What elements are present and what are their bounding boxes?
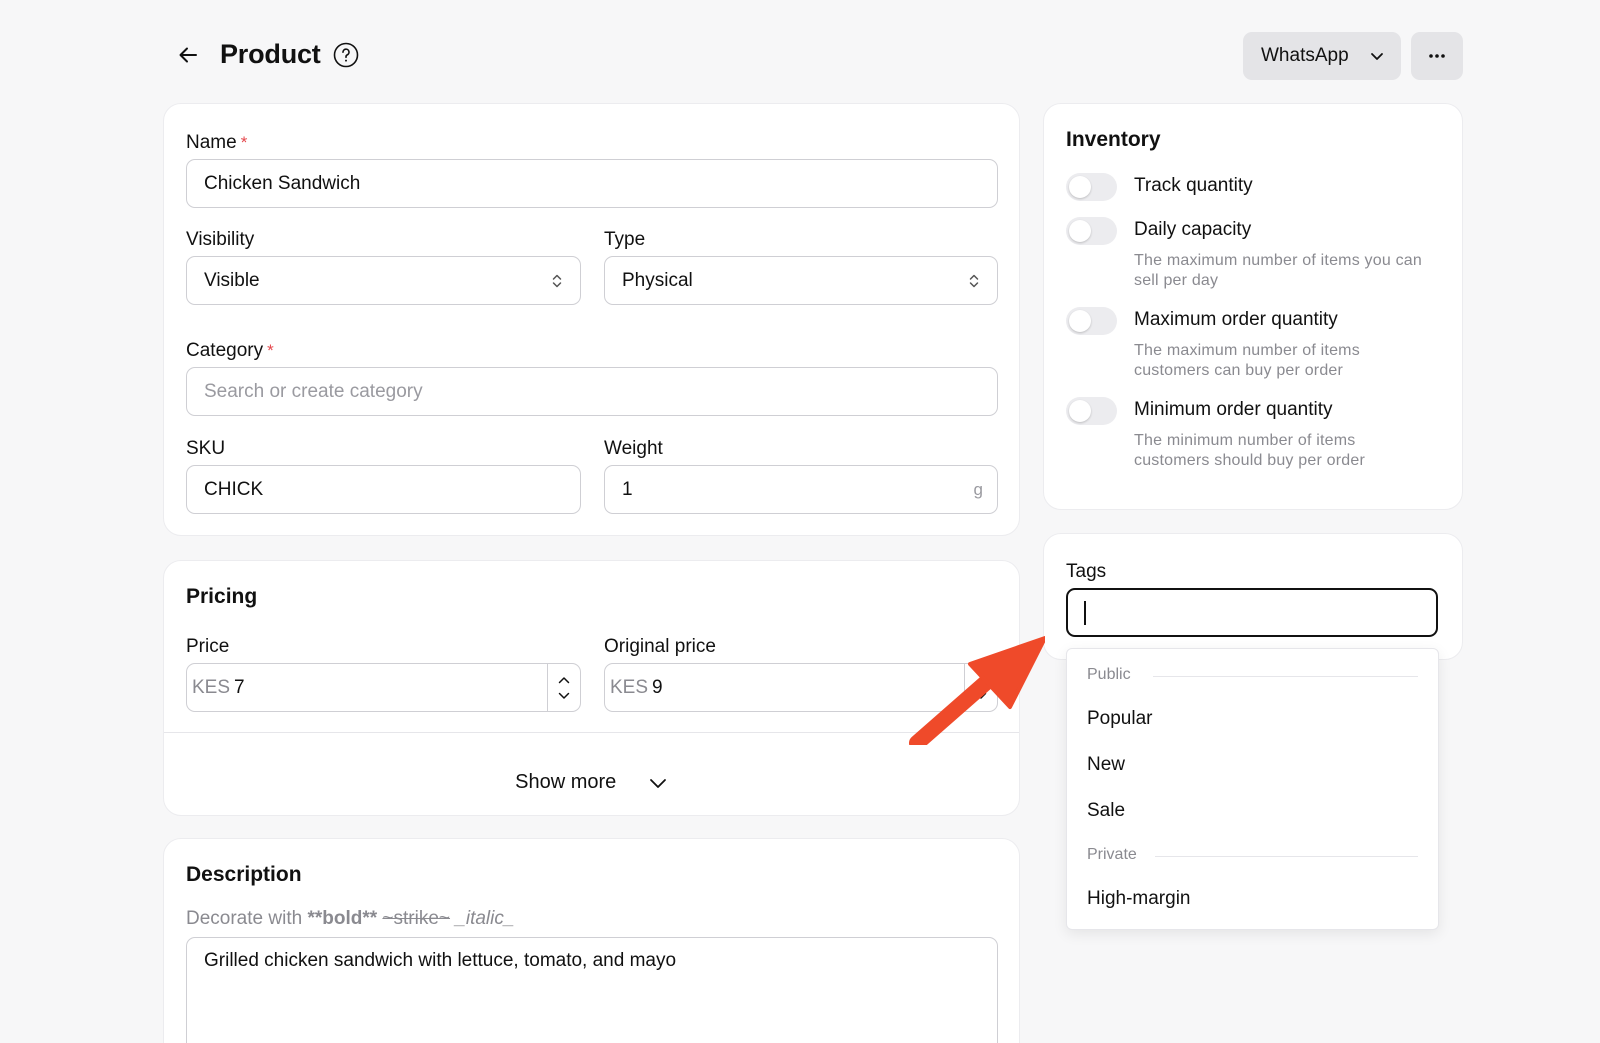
question-circle-icon[interactable]: [333, 42, 359, 68]
minimum-order-quantity-toggle[interactable]: [1066, 397, 1117, 425]
price-value: 7: [234, 676, 245, 698]
original-price-value: 9: [652, 676, 663, 698]
inventory-title: Inventory: [1066, 128, 1161, 151]
channel-select-label: WhatsApp: [1261, 45, 1349, 66]
pricing-card: Pricing Price KES 7 Original price KES 9…: [163, 560, 1020, 816]
show-more-button[interactable]: Show more: [164, 771, 1019, 794]
category-label: Category *: [186, 340, 274, 362]
back-button[interactable]: [173, 40, 203, 70]
type-label: Type: [604, 229, 646, 250]
inventory-card: Inventory Track quantity Daily capacity …: [1043, 103, 1463, 510]
price-label: Price: [186, 636, 230, 657]
description-textarea[interactable]: Grilled chicken sandwich with lettuce, t…: [186, 937, 998, 1043]
track-quantity-label: Track quantity: [1134, 175, 1253, 196]
original-price-currency: KES: [610, 676, 649, 698]
tag-option-new[interactable]: New: [1087, 754, 1125, 776]
daily-capacity-description: The maximum number of items you can sell…: [1134, 252, 1422, 289]
name-label-text: Name: [186, 132, 237, 153]
tag-group-label-public: Public: [1087, 666, 1131, 683]
visibility-select[interactable]: Visible: [186, 256, 581, 305]
tags-card: Tags: [1043, 533, 1463, 660]
chevron-up-down-icon: [969, 274, 979, 288]
hint-italic: _italic_: [455, 908, 515, 929]
type-value: Physical: [622, 269, 693, 291]
text-caret: [1084, 601, 1086, 625]
name-label: Name *: [186, 132, 247, 154]
maximum-order-quantity-toggle[interactable]: [1066, 307, 1117, 335]
price-currency: KES: [192, 676, 231, 698]
weight-unit: g: [973, 480, 983, 499]
sku-input[interactable]: CHICK: [186, 465, 581, 514]
tag-option-popular[interactable]: Popular: [1087, 708, 1153, 730]
page-title: Product: [220, 39, 321, 69]
more-options-button[interactable]: [1411, 32, 1463, 80]
divider: [1153, 676, 1418, 677]
show-more-label: Show more: [515, 771, 617, 793]
minimum-order-quantity-label: Minimum order quantity: [1134, 399, 1333, 420]
ellipsis-icon: [1429, 54, 1445, 58]
visibility-label: Visibility: [186, 229, 255, 250]
name-input[interactable]: Chicken Sandwich: [186, 159, 998, 208]
tag-option-sale[interactable]: Sale: [1087, 800, 1125, 822]
required-marker: *: [267, 341, 274, 360]
channel-select[interactable]: WhatsApp: [1243, 32, 1401, 80]
original-price-label: Original price: [604, 636, 716, 657]
chevron-down-icon[interactable]: [975, 692, 987, 700]
weight-label: Weight: [604, 438, 663, 459]
price-stepper[interactable]: [547, 664, 580, 711]
maximum-order-quantity-label: Maximum order quantity: [1134, 309, 1338, 330]
pricing-title: Pricing: [186, 585, 258, 608]
description-card: Description Decorate with **bold** ~stri…: [163, 838, 1020, 1043]
sku-label: SKU: [186, 438, 226, 459]
type-select[interactable]: Physical: [604, 256, 998, 305]
product-page: Product WhatsApp Name * Chicken Sandwich …: [0, 0, 1600, 1043]
hint-strike: ~strike~: [382, 908, 451, 929]
chevron-up-icon[interactable]: [975, 676, 987, 684]
original-price-stepper[interactable]: [964, 664, 997, 711]
chevron-down-icon: [1371, 53, 1383, 60]
weight-value: 1: [622, 478, 633, 500]
product-details-card: Name * Chicken Sandwich Visibility Visibl…: [163, 103, 1020, 536]
tag-group-label-private: Private: [1087, 846, 1137, 863]
tags-dropdown: Public Popular New Sale Private High-mar…: [1066, 648, 1439, 930]
track-quantity-toggle[interactable]: [1066, 173, 1117, 201]
price-input[interactable]: KES 7: [186, 663, 581, 712]
formatting-hint: Decorate with **bold** ~strike~ _italic_: [186, 908, 514, 930]
hint-prefix: Decorate with: [186, 908, 308, 929]
tags-input[interactable]: [1066, 588, 1438, 637]
tags-label: Tags: [1066, 561, 1107, 582]
chevron-down-icon[interactable]: [558, 692, 570, 700]
maximum-order-quantity-description: The maximum number of items customers ca…: [1134, 342, 1360, 379]
weight-input[interactable]: 1 g: [604, 465, 998, 514]
visibility-value: Visible: [204, 269, 260, 291]
tag-option-high-margin[interactable]: High-margin: [1087, 888, 1190, 910]
minimum-order-quantity-description: The minimum number of items customers sh…: [1134, 432, 1365, 469]
category-search-input[interactable]: Search or create category: [186, 367, 998, 416]
divider: [164, 732, 1019, 733]
original-price-input[interactable]: KES 9: [604, 663, 998, 712]
chevron-up-icon[interactable]: [558, 676, 570, 684]
required-marker: *: [240, 133, 248, 152]
divider: [1155, 856, 1418, 857]
category-label-text: Category: [186, 340, 264, 361]
description-title: Description: [186, 863, 302, 886]
chevron-down-icon: [649, 778, 666, 788]
daily-capacity-toggle[interactable]: [1066, 217, 1117, 245]
daily-capacity-label: Daily capacity: [1134, 219, 1252, 240]
hint-bold: **bold**: [307, 908, 378, 929]
arrow-left-icon: [179, 47, 197, 63]
chevron-up-down-icon: [552, 274, 562, 288]
page-header: Product WhatsApp: [163, 30, 1463, 80]
